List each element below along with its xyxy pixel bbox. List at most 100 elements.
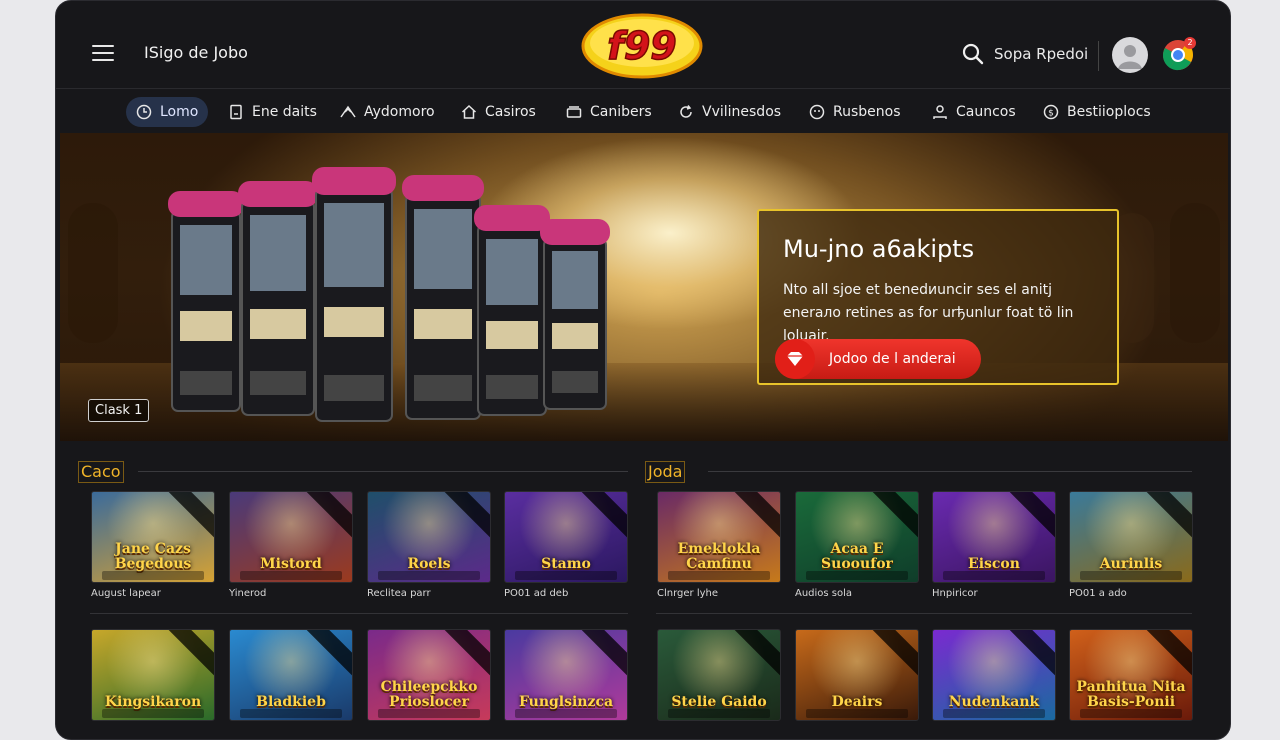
promo-card: Mu-jno a6akipts Nto all sjoe et benedиun…	[757, 209, 1119, 385]
avatar[interactable]	[1112, 37, 1148, 73]
section-title-caco: Caco	[78, 461, 124, 483]
tile-ribbon	[575, 630, 627, 680]
game-tile[interactable]: Jane Cazs Begedous	[91, 491, 215, 583]
game-tile[interactable]: Stelie Gaido	[657, 629, 781, 721]
game-caption[interactable]: Clnrger lyhe	[657, 588, 718, 599]
tile-subbar	[378, 709, 480, 718]
nav-label: Bestiioplocs	[1067, 104, 1151, 120]
svg-text:$: $	[1048, 109, 1054, 119]
tile-subbar	[943, 709, 1045, 718]
game-tile[interactable]: Eiscon	[932, 491, 1056, 583]
divider	[1098, 41, 1099, 71]
game-title: Bladkieb	[256, 694, 326, 710]
game-tile[interactable]: Bladkieb	[229, 629, 353, 721]
game-tile[interactable]: Acaa E Suooufor	[795, 491, 919, 583]
game-tile[interactable]: Roels	[367, 491, 491, 583]
user-avatar-icon	[1118, 45, 1142, 69]
section-divider	[138, 471, 628, 472]
game-title: Roels	[407, 556, 451, 572]
promo-cta-button[interactable]: Jodoo de l anderai	[775, 339, 981, 379]
game-tile[interactable]: Nudenkank	[932, 629, 1056, 721]
game-title: Mistord	[260, 556, 322, 572]
notification-badge: 2	[1184, 37, 1196, 49]
refresh-icon	[680, 105, 692, 118]
tile-ribbon	[300, 492, 352, 542]
tile-subbar	[1080, 709, 1182, 718]
cards-icon	[566, 106, 582, 118]
dice-icon	[809, 104, 825, 120]
tile-subbar	[102, 571, 204, 580]
tile-subbar	[102, 709, 204, 718]
nav-item-vvilinesdos[interactable]: Vvilinesdos	[668, 97, 791, 127]
game-tile[interactable]: Aurinlis	[1069, 491, 1193, 583]
tile-subbar	[378, 571, 480, 580]
nav-label: Casiros	[485, 104, 536, 120]
game-caption[interactable]: Hnpiricor	[932, 588, 978, 599]
tile-ribbon	[575, 492, 627, 542]
nav-item-canibers[interactable]: Canibers	[556, 97, 662, 127]
game-tile[interactable]: Chileepckko Prioslocer	[367, 629, 491, 721]
tile-ribbon	[438, 492, 490, 542]
search-icon[interactable]	[962, 43, 984, 65]
game-title: Stamo	[541, 556, 591, 572]
nav-item-rusbenos[interactable]: Rusbenos	[799, 97, 911, 127]
slot-machines	[168, 167, 610, 422]
tile-subbar	[806, 571, 908, 580]
game-title: Acaa E Suooufor	[821, 541, 893, 572]
tile-ribbon	[438, 630, 490, 680]
document-icon	[230, 104, 242, 120]
game-tile[interactable]: Panhitua Nita Basis-Ponii	[1069, 629, 1193, 721]
game-title: Aurinlis	[1099, 556, 1163, 572]
game-caption[interactable]: Audios sola	[795, 588, 852, 599]
tile-ribbon	[866, 492, 918, 542]
tile-subbar	[943, 571, 1045, 580]
tile-ribbon	[1003, 630, 1055, 680]
nav-label: Canibers	[590, 104, 652, 120]
promo-cta-label: Jodoo de l anderai	[829, 351, 956, 367]
nav-label: Vvilinesdos	[702, 104, 782, 120]
nav-item-lomo[interactable]: Lomo	[126, 97, 209, 127]
game-title: Nudenkank	[948, 694, 1040, 710]
game-caption[interactable]: Reclitea parr	[367, 588, 431, 599]
game-tile[interactable]: Mistord	[229, 491, 353, 583]
nav-label: Aydomoro	[364, 104, 435, 120]
game-title: Chileepckko Prioslocer	[380, 679, 478, 710]
nav-item-aydomoro[interactable]: Aydomoro	[330, 97, 445, 127]
menu-icon[interactable]	[92, 45, 114, 61]
game-tile[interactable]: Kingsikaron	[91, 629, 215, 721]
nav-item-casiros[interactable]: Casiros	[451, 97, 546, 127]
game-caption[interactable]: August lapear	[91, 588, 161, 599]
diamond-icon	[775, 339, 815, 379]
game-tile[interactable]: Deairs	[795, 629, 919, 721]
game-title: Deairs	[831, 694, 883, 710]
tile-ribbon	[162, 630, 214, 680]
tile-ribbon	[1003, 492, 1055, 542]
game-caption[interactable]: PO01 ad deb	[504, 588, 568, 599]
search-label[interactable]: Sopa Rpedoi	[994, 45, 1088, 63]
game-caption[interactable]: Yinerod	[229, 588, 266, 599]
tile-subbar	[515, 571, 617, 580]
nav-label: Cauncos	[956, 104, 1016, 120]
nav-item-cauncos[interactable]: Cauncos	[922, 97, 1026, 127]
game-caption[interactable]: PO01 a ado	[1069, 588, 1127, 599]
section-title-joda: Joda	[645, 461, 686, 483]
logo[interactable]: f99	[581, 13, 703, 79]
tile-subbar	[668, 709, 770, 718]
game-tile[interactable]: Stamo	[504, 491, 628, 583]
nav-item-bestiioplocs[interactable]: $ Bestiioplocs	[1033, 97, 1161, 127]
tile-subbar	[1080, 571, 1182, 580]
tile-subbar	[240, 571, 342, 580]
top-bar: ISigo de Jobo f99 Sopa Rpedoi 2	[56, 1, 1230, 89]
tile-subbar	[668, 571, 770, 580]
logo-text: f99	[607, 24, 676, 68]
tile-ribbon	[866, 630, 918, 680]
game-tile[interactable]: Funglsinzca	[504, 629, 628, 721]
nav-label: Ene daits	[252, 104, 317, 120]
tile-ribbon	[728, 630, 780, 680]
tent-icon	[340, 105, 356, 118]
game-tile[interactable]: Emeklokla Camfinu	[657, 491, 781, 583]
game-title: Panhitua Nita Basis-Ponii	[1076, 679, 1186, 710]
category-nav: Lomo Ene daits Aydomoro Casiros Canibers…	[56, 89, 1230, 133]
nav-item-ene-daits[interactable]: Ene daits	[218, 97, 327, 127]
hero-banner[interactable]: Clask 1 Mu-jno a6akipts Nto all sjoe et …	[60, 133, 1228, 441]
